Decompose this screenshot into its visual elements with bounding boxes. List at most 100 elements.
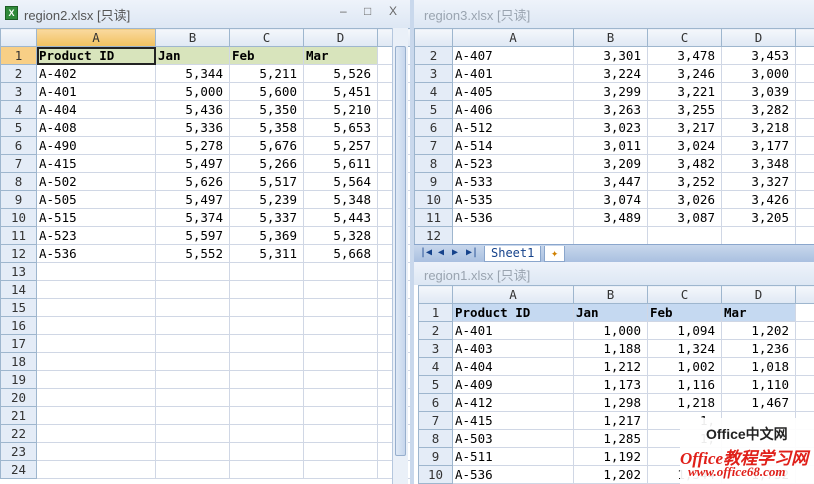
row-header[interactable]: 17 (0, 334, 37, 353)
cell[interactable]: Mar (721, 303, 796, 322)
cell[interactable]: A-415 (36, 154, 156, 173)
row-header[interactable]: 8 (418, 429, 453, 448)
cell[interactable] (795, 64, 814, 83)
cell[interactable]: 1,202 (573, 465, 648, 484)
cell[interactable] (795, 339, 814, 358)
cell[interactable]: 1,236 (721, 339, 796, 358)
row-header[interactable]: 14 (0, 280, 37, 299)
cell[interactable]: 5,358 (229, 118, 304, 137)
cell[interactable]: A-512 (452, 118, 574, 137)
row-header[interactable]: 11 (414, 208, 453, 227)
minimize-button[interactable]: – (340, 4, 347, 18)
column-header[interactable]: B (573, 285, 648, 304)
cell[interactable] (155, 424, 230, 443)
cell[interactable] (795, 375, 814, 394)
row-header[interactable]: 23 (0, 442, 37, 461)
cell[interactable]: 1,285 (573, 429, 648, 448)
cell[interactable] (229, 280, 304, 299)
row-header[interactable]: 4 (0, 100, 37, 119)
cell[interactable]: 1,110 (721, 375, 796, 394)
cell[interactable] (795, 321, 814, 340)
cell[interactable]: A-406 (452, 100, 574, 119)
cell[interactable] (721, 226, 796, 245)
cell[interactable]: A-407 (452, 46, 574, 65)
cell[interactable]: A-515 (36, 208, 156, 227)
cell[interactable] (229, 262, 304, 281)
cell[interactable] (229, 442, 304, 461)
cell[interactable]: A-401 (36, 82, 156, 101)
cell[interactable] (795, 393, 814, 412)
cell[interactable]: A-505 (36, 190, 156, 209)
cell[interactable] (573, 226, 648, 245)
row-header[interactable]: 9 (414, 172, 453, 191)
cell[interactable]: A-412 (452, 393, 574, 412)
cell[interactable]: A-536 (452, 465, 574, 484)
cell[interactable]: A-401 (452, 64, 574, 83)
row-header[interactable]: 8 (0, 172, 37, 191)
row-header[interactable]: 2 (0, 64, 37, 83)
cell[interactable]: 3,087 (647, 208, 722, 227)
cell[interactable]: 3,011 (573, 136, 648, 155)
cell[interactable] (36, 406, 156, 425)
cell[interactable] (795, 118, 814, 137)
cell[interactable] (36, 298, 156, 317)
cell[interactable]: 3,246 (647, 64, 722, 83)
cell[interactable]: 3,224 (573, 64, 648, 83)
cell[interactable]: 1,000 (573, 321, 648, 340)
row-header[interactable]: 6 (414, 118, 453, 137)
cell[interactable]: 5,436 (155, 100, 230, 119)
cell[interactable]: A-536 (36, 244, 156, 263)
cell[interactable] (303, 316, 378, 335)
cell[interactable]: 1,116 (647, 375, 722, 394)
cell[interactable] (647, 226, 722, 245)
column-header[interactable]: A (452, 28, 574, 47)
cell[interactable] (229, 370, 304, 389)
cell[interactable]: 5,668 (303, 244, 378, 263)
cell[interactable] (795, 303, 814, 322)
row-header[interactable]: 6 (418, 393, 453, 412)
cell[interactable]: A-408 (36, 118, 156, 137)
row-header[interactable]: 5 (0, 118, 37, 137)
cell[interactable]: 5,210 (303, 100, 378, 119)
row-header[interactable]: 8 (414, 154, 453, 173)
cell[interactable]: 3,453 (721, 46, 796, 65)
vertical-scrollbar[interactable] (392, 28, 408, 484)
cell[interactable]: 3,023 (573, 118, 648, 137)
row-header[interactable]: 5 (414, 100, 453, 119)
cell[interactable]: Jan (155, 46, 230, 65)
cell[interactable]: Product ID (36, 46, 156, 65)
cell[interactable]: A-401 (452, 321, 574, 340)
cell[interactable]: A-490 (36, 136, 156, 155)
cell[interactable] (36, 388, 156, 407)
select-all-corner[interactable] (0, 28, 37, 47)
cell[interactable] (795, 46, 814, 65)
cell[interactable] (795, 136, 814, 155)
cell[interactable]: 5,564 (303, 172, 378, 191)
cell[interactable]: 1,324 (647, 339, 722, 358)
row-header[interactable]: 3 (414, 64, 453, 83)
row-header[interactable]: 7 (414, 136, 453, 155)
cell[interactable]: Product ID (452, 303, 574, 322)
cell[interactable]: 5,337 (229, 208, 304, 227)
cell[interactable]: 3,177 (721, 136, 796, 155)
row-header[interactable]: 18 (0, 352, 37, 371)
cell[interactable]: 1,212 (573, 357, 648, 376)
cell[interactable] (36, 334, 156, 353)
cell[interactable]: A-404 (36, 100, 156, 119)
cell[interactable] (155, 298, 230, 317)
last-sheet-button[interactable]: ▶| (466, 247, 478, 258)
cell[interactable]: 1,298 (573, 393, 648, 412)
row-header[interactable]: 13 (0, 262, 37, 281)
column-header[interactable] (795, 285, 814, 304)
row-header[interactable]: 4 (414, 82, 453, 101)
cell[interactable] (155, 442, 230, 461)
cell[interactable]: A-503 (452, 429, 574, 448)
row-header[interactable]: 15 (0, 298, 37, 317)
cell[interactable]: 5,348 (303, 190, 378, 209)
row-header[interactable]: 20 (0, 388, 37, 407)
cell[interactable]: 3,024 (647, 136, 722, 155)
cell[interactable]: 3,327 (721, 172, 796, 191)
cell[interactable]: 1,018 (721, 357, 796, 376)
cell[interactable] (36, 424, 156, 443)
cell[interactable]: Jan (573, 303, 648, 322)
